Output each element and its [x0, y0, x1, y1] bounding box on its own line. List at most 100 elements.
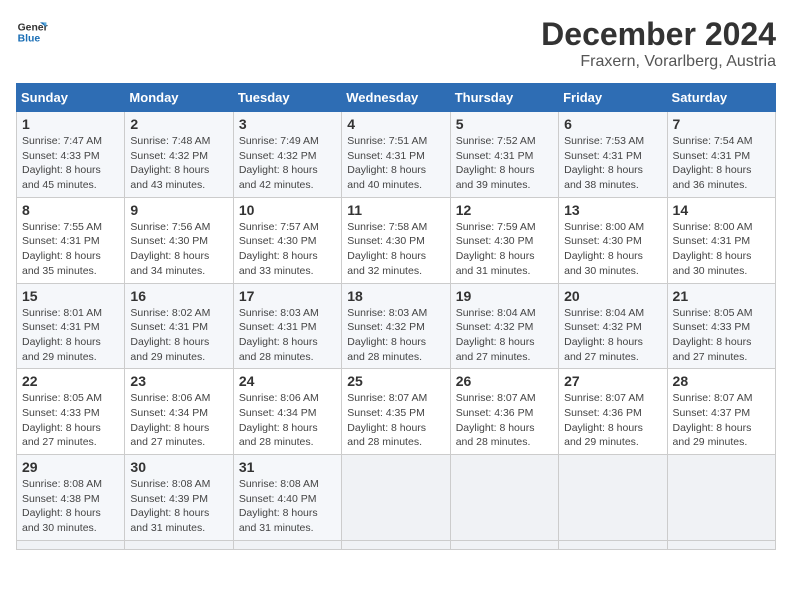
day-info: Sunrise: 8:04 AM Sunset: 4:32 PM Dayligh…: [564, 306, 661, 365]
day-info: Sunrise: 8:00 AM Sunset: 4:30 PM Dayligh…: [564, 220, 661, 279]
day-cell: 5 Sunrise: 7:52 AM Sunset: 4:31 PM Dayli…: [450, 112, 558, 198]
day-number: 3: [239, 116, 336, 132]
day-cell: 27 Sunrise: 8:07 AM Sunset: 4:36 PM Dayl…: [559, 369, 667, 455]
day-info: Sunrise: 8:02 AM Sunset: 4:31 PM Dayligh…: [130, 306, 227, 365]
day-cell: 10 Sunrise: 7:57 AM Sunset: 4:30 PM Dayl…: [233, 197, 341, 283]
day-cell: [667, 455, 775, 541]
day-number: 11: [347, 202, 444, 218]
day-number: 13: [564, 202, 661, 218]
day-cell: 11 Sunrise: 7:58 AM Sunset: 4:30 PM Dayl…: [342, 197, 450, 283]
page-title: December 2024: [541, 16, 776, 53]
day-info: Sunrise: 8:04 AM Sunset: 4:32 PM Dayligh…: [456, 306, 553, 365]
day-number: 8: [22, 202, 119, 218]
week-row-3: 15 Sunrise: 8:01 AM Sunset: 4:31 PM Dayl…: [17, 283, 776, 369]
day-cell: [450, 455, 558, 541]
day-cell: 30 Sunrise: 8:08 AM Sunset: 4:39 PM Dayl…: [125, 455, 233, 541]
day-info: Sunrise: 8:08 AM Sunset: 4:38 PM Dayligh…: [22, 477, 119, 536]
col-friday: Friday: [559, 84, 667, 112]
day-info: Sunrise: 8:05 AM Sunset: 4:33 PM Dayligh…: [22, 391, 119, 450]
day-number: 14: [673, 202, 770, 218]
day-cell: 19 Sunrise: 8:04 AM Sunset: 4:32 PM Dayl…: [450, 283, 558, 369]
day-info: Sunrise: 8:08 AM Sunset: 4:39 PM Dayligh…: [130, 477, 227, 536]
day-cell: 7 Sunrise: 7:54 AM Sunset: 4:31 PM Dayli…: [667, 112, 775, 198]
day-cell: 31 Sunrise: 8:08 AM Sunset: 4:40 PM Dayl…: [233, 455, 341, 541]
header-row: Sunday Monday Tuesday Wednesday Thursday…: [17, 84, 776, 112]
day-cell: 3 Sunrise: 7:49 AM Sunset: 4:32 PM Dayli…: [233, 112, 341, 198]
week-row-6: [17, 540, 776, 549]
day-info: Sunrise: 8:03 AM Sunset: 4:32 PM Dayligh…: [347, 306, 444, 365]
day-info: Sunrise: 8:01 AM Sunset: 4:31 PM Dayligh…: [22, 306, 119, 365]
day-cell: 4 Sunrise: 7:51 AM Sunset: 4:31 PM Dayli…: [342, 112, 450, 198]
day-cell: 24 Sunrise: 8:06 AM Sunset: 4:34 PM Dayl…: [233, 369, 341, 455]
col-monday: Monday: [125, 84, 233, 112]
week-row-5: 29 Sunrise: 8:08 AM Sunset: 4:38 PM Dayl…: [17, 455, 776, 541]
day-info: Sunrise: 7:52 AM Sunset: 4:31 PM Dayligh…: [456, 134, 553, 193]
day-info: Sunrise: 8:06 AM Sunset: 4:34 PM Dayligh…: [130, 391, 227, 450]
day-info: Sunrise: 7:51 AM Sunset: 4:31 PM Dayligh…: [347, 134, 444, 193]
day-number: 15: [22, 288, 119, 304]
day-info: Sunrise: 8:07 AM Sunset: 4:36 PM Dayligh…: [456, 391, 553, 450]
day-info: Sunrise: 8:07 AM Sunset: 4:37 PM Dayligh…: [673, 391, 770, 450]
day-cell: 20 Sunrise: 8:04 AM Sunset: 4:32 PM Dayl…: [559, 283, 667, 369]
col-sunday: Sunday: [17, 84, 125, 112]
day-number: 19: [456, 288, 553, 304]
day-number: 29: [22, 459, 119, 475]
day-number: 12: [456, 202, 553, 218]
day-number: 27: [564, 373, 661, 389]
day-cell: 1 Sunrise: 7:47 AM Sunset: 4:33 PM Dayli…: [17, 112, 125, 198]
day-info: Sunrise: 8:07 AM Sunset: 4:36 PM Dayligh…: [564, 391, 661, 450]
week-row-4: 22 Sunrise: 8:05 AM Sunset: 4:33 PM Dayl…: [17, 369, 776, 455]
day-number: 25: [347, 373, 444, 389]
day-number: 22: [22, 373, 119, 389]
day-number: 24: [239, 373, 336, 389]
col-thursday: Thursday: [450, 84, 558, 112]
day-cell: 21 Sunrise: 8:05 AM Sunset: 4:33 PM Dayl…: [667, 283, 775, 369]
day-number: 10: [239, 202, 336, 218]
day-number: 6: [564, 116, 661, 132]
col-wednesday: Wednesday: [342, 84, 450, 112]
day-cell: [667, 540, 775, 549]
day-cell: 15 Sunrise: 8:01 AM Sunset: 4:31 PM Dayl…: [17, 283, 125, 369]
day-info: Sunrise: 8:03 AM Sunset: 4:31 PM Dayligh…: [239, 306, 336, 365]
day-cell: [559, 455, 667, 541]
day-info: Sunrise: 7:59 AM Sunset: 4:30 PM Dayligh…: [456, 220, 553, 279]
day-info: Sunrise: 7:57 AM Sunset: 4:30 PM Dayligh…: [239, 220, 336, 279]
day-number: 26: [456, 373, 553, 389]
day-cell: 18 Sunrise: 8:03 AM Sunset: 4:32 PM Dayl…: [342, 283, 450, 369]
day-info: Sunrise: 7:47 AM Sunset: 4:33 PM Dayligh…: [22, 134, 119, 193]
logo: General Blue: [16, 16, 48, 48]
page-subtitle: Fraxern, Vorarlberg, Austria: [541, 53, 776, 71]
day-number: 4: [347, 116, 444, 132]
week-row-2: 8 Sunrise: 7:55 AM Sunset: 4:31 PM Dayli…: [17, 197, 776, 283]
day-number: 1: [22, 116, 119, 132]
col-saturday: Saturday: [667, 84, 775, 112]
day-cell: [125, 540, 233, 549]
day-number: 30: [130, 459, 227, 475]
day-cell: 6 Sunrise: 7:53 AM Sunset: 4:31 PM Dayli…: [559, 112, 667, 198]
day-cell: 28 Sunrise: 8:07 AM Sunset: 4:37 PM Dayl…: [667, 369, 775, 455]
col-tuesday: Tuesday: [233, 84, 341, 112]
day-cell: 14 Sunrise: 8:00 AM Sunset: 4:31 PM Dayl…: [667, 197, 775, 283]
day-cell: 9 Sunrise: 7:56 AM Sunset: 4:30 PM Dayli…: [125, 197, 233, 283]
day-info: Sunrise: 7:54 AM Sunset: 4:31 PM Dayligh…: [673, 134, 770, 193]
day-number: 5: [456, 116, 553, 132]
day-cell: [450, 540, 558, 549]
day-number: 17: [239, 288, 336, 304]
day-info: Sunrise: 7:48 AM Sunset: 4:32 PM Dayligh…: [130, 134, 227, 193]
day-number: 28: [673, 373, 770, 389]
day-number: 9: [130, 202, 227, 218]
day-number: 16: [130, 288, 227, 304]
day-info: Sunrise: 7:53 AM Sunset: 4:31 PM Dayligh…: [564, 134, 661, 193]
day-cell: [17, 540, 125, 549]
day-info: Sunrise: 7:55 AM Sunset: 4:31 PM Dayligh…: [22, 220, 119, 279]
day-info: Sunrise: 8:08 AM Sunset: 4:40 PM Dayligh…: [239, 477, 336, 536]
day-number: 31: [239, 459, 336, 475]
page-header: General Blue December 2024 Fraxern, Vora…: [16, 16, 776, 71]
day-number: 2: [130, 116, 227, 132]
day-cell: 2 Sunrise: 7:48 AM Sunset: 4:32 PM Dayli…: [125, 112, 233, 198]
svg-text:Blue: Blue: [18, 34, 41, 45]
day-cell: 17 Sunrise: 8:03 AM Sunset: 4:31 PM Dayl…: [233, 283, 341, 369]
day-number: 21: [673, 288, 770, 304]
day-cell: [559, 540, 667, 549]
day-info: Sunrise: 7:58 AM Sunset: 4:30 PM Dayligh…: [347, 220, 444, 279]
